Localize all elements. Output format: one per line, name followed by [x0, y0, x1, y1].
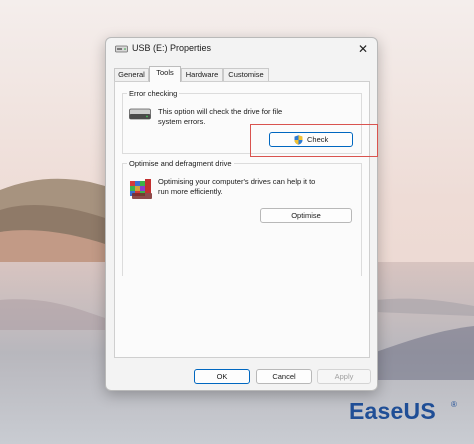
- error-checking-line-1: This option will check the drive for fil…: [158, 107, 283, 116]
- title-bar: USB (E:) Properties ✕: [106, 38, 377, 60]
- brand-watermark: EaseUS: [349, 398, 436, 424]
- usb-drive-icon: [115, 45, 128, 53]
- tab-hardware[interactable]: Hardware: [181, 68, 223, 81]
- error-checking-title: Error checking: [127, 89, 180, 98]
- tab-customise[interactable]: Customise: [223, 68, 269, 81]
- check-highlight-box: [250, 124, 378, 157]
- defrag-icon: [130, 179, 152, 199]
- optimise-button[interactable]: Optimise: [260, 208, 352, 223]
- close-button[interactable]: ✕: [355, 41, 371, 57]
- tab-general[interactable]: General: [114, 68, 149, 81]
- apply-button[interactable]: Apply: [317, 369, 371, 384]
- optimise-group: Optimise and defragment drive Optimising…: [122, 159, 362, 276]
- tab-tools[interactable]: Tools: [149, 66, 181, 82]
- tools-panel: Error checking This option will check th…: [114, 81, 370, 358]
- window-title: USB (E:) Properties: [132, 43, 212, 53]
- drive-icon: [129, 108, 151, 120]
- optimise-line-2: run more efficiently.: [158, 187, 223, 196]
- properties-dialog: USB (E:) Properties ✕ General Tools Hard…: [105, 37, 378, 391]
- ok-button[interactable]: OK: [194, 369, 250, 384]
- optimise-description: Optimising your computer's drives can he…: [158, 177, 315, 197]
- cancel-button[interactable]: Cancel: [256, 369, 312, 384]
- registered-mark: ®: [451, 400, 457, 409]
- optimise-line-1: Optimising your computer's drives can he…: [158, 177, 316, 186]
- optimise-title: Optimise and defragment drive: [127, 159, 234, 168]
